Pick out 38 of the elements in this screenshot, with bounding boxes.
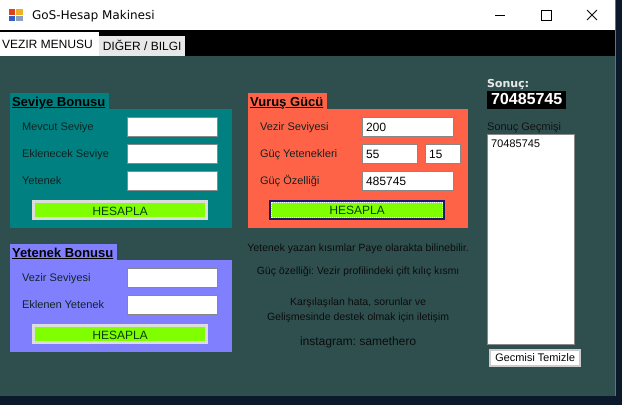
app-icon <box>8 7 24 23</box>
info-text: Gelişmesinde destek olmak için iletişim <box>266 311 450 323</box>
calculate-button[interactable]: HESAPLA <box>32 324 208 344</box>
field-label: Güç Yetenekleri <box>260 148 338 160</box>
field-label: Eklenen Yetenek <box>22 299 104 311</box>
input-field[interactable] <box>127 117 218 137</box>
input-field[interactable] <box>127 295 218 315</box>
field-label: Güç Özelliği <box>260 175 320 187</box>
group-title: Vuruş Gücü <box>248 93 328 109</box>
history-item[interactable]: 70485745 <box>491 138 571 150</box>
clear-history-button[interactable]: Gecmisi Temizle <box>489 349 581 367</box>
input-field[interactable] <box>127 171 218 191</box>
field-label: Yetenek <box>22 175 62 187</box>
info-text: instagram: samethero <box>300 334 416 348</box>
history-list[interactable]: 70485745 <box>487 134 575 345</box>
result-value: 70485745 <box>487 91 566 109</box>
input-field[interactable]: 485745 <box>362 171 454 191</box>
tab[interactable]: DIĞER / BILGI <box>98 36 186 56</box>
info-text: Karşılaşılan hata, sorunlar ve <box>290 296 426 308</box>
info-text: Güç özelliği: Vezir profilindeki çift kılıç kısmı <box>256 265 460 277</box>
input-field[interactable]: 55 <box>362 144 418 164</box>
field-label: Vezir Seviyesi <box>22 272 90 284</box>
result-label: Sonuç: <box>487 77 530 90</box>
field-label: Mevcut Seviye <box>22 121 94 133</box>
field-label: Eklenecek Seviye <box>22 148 109 160</box>
group-title: Yetenek Bonusu <box>10 244 118 260</box>
input-field[interactable] <box>127 268 218 288</box>
input-field[interactable] <box>127 144 218 164</box>
group-title: Seviye Bonusu <box>10 93 110 109</box>
history-label: Sonuç Geçmişi <box>487 121 562 133</box>
info-text: Yetenek yazan kısımlar Paye olarakta bilinebilir. <box>247 242 469 254</box>
input-field[interactable]: 200 <box>362 117 454 137</box>
input-field[interactable]: 15 <box>425 144 461 164</box>
window-title: GoS-Hesap Makinesi <box>32 8 155 22</box>
calculate-button[interactable]: HESAPLA <box>32 200 208 220</box>
calculate-button[interactable]: HESAPLA <box>269 200 445 220</box>
tab[interactable]: VEZIR MENUSU <box>0 32 99 56</box>
field-label: Vezir Seviyesi <box>260 121 328 133</box>
